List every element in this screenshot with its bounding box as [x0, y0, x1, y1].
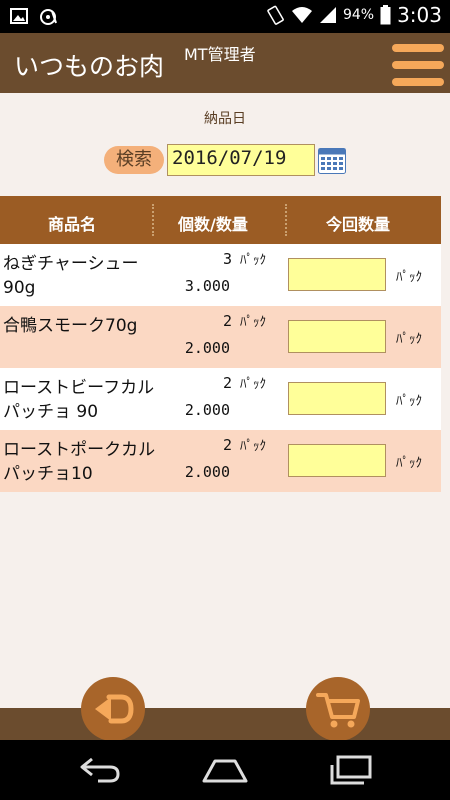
quantity-amount: 3.000: [184, 277, 230, 295]
quantity-amount: 2.000: [184, 463, 230, 481]
header-current-quantity: 今回数量: [326, 215, 391, 234]
user-name: MT管理者: [184, 45, 256, 64]
header-quantity: 個数/数量: [178, 215, 248, 234]
quantity-count: 2: [222, 436, 232, 454]
back-arrow-icon: [95, 694, 134, 724]
hamburger-menu-icon[interactable]: [392, 44, 444, 88]
table-row: ローストビーフカルパッチョ 90 2 ﾊﾟｯｸ 2.000 ﾊﾟｯｸ: [0, 368, 441, 430]
current-quantity-unit: ﾊﾟｯｸ: [396, 332, 422, 347]
quantity-unit: ﾊﾟｯｸ: [240, 377, 266, 392]
cart-icon: [316, 693, 360, 728]
current-quantity-unit: ﾊﾟｯｸ: [396, 394, 422, 409]
status-clock: 3:03: [397, 3, 442, 27]
cart-button[interactable]: [306, 677, 370, 741]
current-quantity-input[interactable]: [288, 382, 386, 415]
product-name: ローストポークカルパッチョ10: [3, 440, 156, 484]
image-icon: [10, 8, 28, 24]
sync-icon: [40, 9, 57, 25]
battery-percent: 94%: [342, 7, 375, 23]
status-left-icons: [10, 7, 58, 27]
quantity-amount: 2.000: [184, 401, 230, 419]
battery-icon: [380, 5, 391, 25]
table-row: ねぎチャーシュー90g 3 ﾊﾟｯｸ 3.000 ﾊﾟｯｸ: [0, 244, 441, 306]
current-quantity-input[interactable]: [288, 258, 386, 291]
quantity-amount: 2.000: [184, 339, 230, 357]
status-right: 94% 3:03: [267, 3, 442, 27]
system-nav-bar: [0, 740, 450, 800]
quantity-unit: ﾊﾟｯｸ: [240, 439, 266, 454]
bottom-toolbar: [0, 708, 450, 740]
quantity-unit: ﾊﾟｯｸ: [240, 315, 266, 330]
nav-recents-icon[interactable]: [328, 755, 374, 785]
table-row: ローストポークカルパッチョ10 2 ﾊﾟｯｸ 2.000 ﾊﾟｯｸ: [0, 430, 441, 492]
header-product-name: 商品名: [48, 215, 97, 234]
nav-back-icon[interactable]: [78, 755, 122, 785]
table-header: 商品名 個数/数量 今回数量: [0, 196, 441, 244]
current-quantity-input[interactable]: [288, 444, 386, 477]
table-row: 合鴨スモーク70g 2 ﾊﾟｯｸ 2.000 ﾊﾟｯｸ: [0, 306, 441, 368]
status-bar: 94% 3:03: [0, 0, 450, 33]
app-title: いつものお肉: [14, 52, 165, 81]
delivery-date-input[interactable]: 2016/07/19: [167, 144, 315, 176]
header-divider: [285, 204, 287, 236]
current-quantity-input[interactable]: [288, 320, 386, 353]
signal-icon: [319, 7, 336, 23]
current-quantity-unit: ﾊﾟｯｸ: [396, 456, 422, 471]
wifi-icon: [291, 7, 312, 23]
product-name: 合鴨スモーク70g: [3, 316, 138, 336]
quantity-count: 3: [222, 250, 232, 268]
current-quantity-unit: ﾊﾟｯｸ: [396, 270, 422, 285]
quantity-unit: ﾊﾟｯｸ: [240, 253, 266, 268]
calendar-icon[interactable]: [318, 148, 346, 174]
search-button[interactable]: 検索: [104, 146, 164, 174]
nav-home-icon[interactable]: [201, 755, 249, 785]
delivery-date-label: 納品日: [204, 111, 246, 127]
product-name: ローストビーフカルパッチョ 90: [3, 378, 155, 422]
product-name: ねぎチャーシュー90g: [3, 254, 139, 298]
back-button[interactable]: [81, 677, 145, 741]
header-divider: [152, 204, 154, 236]
quantity-count: 2: [222, 374, 232, 392]
rotate-icon: [267, 5, 284, 25]
app-bar: いつものお肉 MT管理者: [0, 33, 450, 93]
quantity-count: 2: [222, 312, 232, 330]
